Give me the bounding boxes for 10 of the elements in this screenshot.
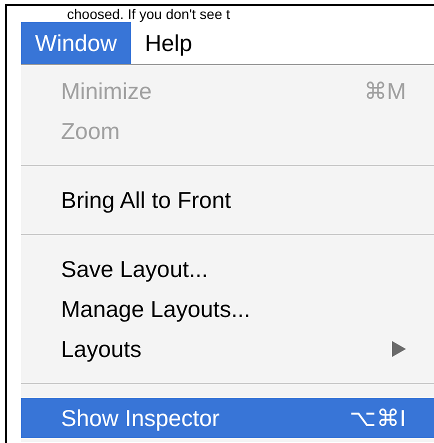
menu-item[interactable]: Manage Layouts...	[21, 289, 434, 329]
menu-bar-item[interactable]: Window	[21, 22, 131, 64]
shortcut-text: ⌘M	[364, 76, 406, 106]
shortcut-text: ⌥⌘I	[350, 404, 406, 433]
menu-bar-item[interactable]: Help	[130, 22, 206, 64]
menu-item[interactable]: Show Inspector ⌥⌘I	[21, 398, 434, 438]
caption-text: choosed. If you don't see t	[66, 6, 232, 22]
menu-item[interactable]: Layouts	[21, 329, 434, 369]
menu-item[interactable]: Bring All to Front	[21, 180, 434, 220]
menu-item[interactable]: Save Layout...	[21, 249, 434, 289]
